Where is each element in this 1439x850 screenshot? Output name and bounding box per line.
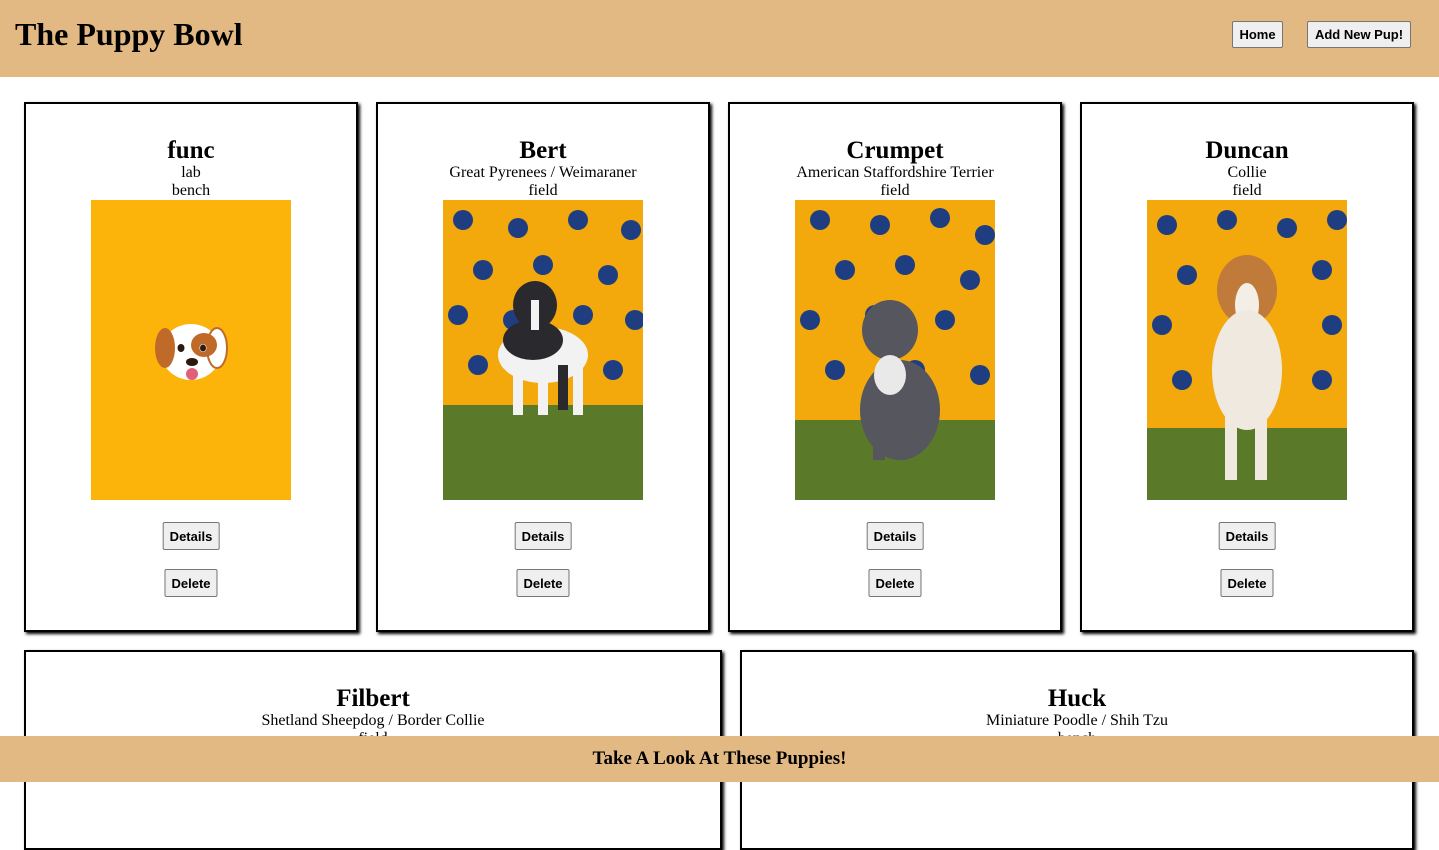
- puppy-name: Bert: [519, 137, 567, 164]
- puppy-name: Huck: [1047, 685, 1107, 712]
- puppy-photo: [1147, 200, 1347, 500]
- home-button[interactable]: Home: [1232, 21, 1283, 48]
- puppy-breed: Shetland Sheepdog / Border Collie: [261, 712, 485, 729]
- puppy-breed: Miniature Poodle / Shih Tzu: [986, 712, 1168, 729]
- details-button[interactable]: Details: [866, 522, 924, 550]
- puppy-breed: Collie: [1227, 164, 1267, 181]
- puppy-status: field: [880, 182, 910, 199]
- delete-button[interactable]: Delete: [1220, 569, 1274, 597]
- dog-face-icon: [91, 200, 291, 500]
- puppy-photo: [443, 200, 643, 500]
- puppy-breed: lab: [181, 164, 201, 181]
- puppy-name: Filbert: [336, 685, 410, 712]
- puppy-card-bert: Bert Great Pyrenees / Weimaraner field D…: [376, 102, 710, 632]
- puppy-status: field: [1232, 182, 1262, 199]
- footer-text: Take A Look At These Puppies!: [592, 748, 847, 769]
- puppy-breed: Great Pyrenees / Weimaraner: [449, 164, 637, 181]
- puppy-name: func: [167, 137, 215, 164]
- puppy-name: Duncan: [1205, 137, 1289, 164]
- puppy-card-crumpet: Crumpet American Staffordshire Terrier f…: [728, 102, 1062, 632]
- puppy-photo: [91, 200, 291, 500]
- puppy-name: Crumpet: [846, 137, 944, 164]
- puppy-status: field: [528, 182, 558, 199]
- puppy-card-duncan: Duncan Collie field Details Delete: [1080, 102, 1414, 632]
- delete-button[interactable]: Delete: [516, 569, 570, 597]
- footer-bar: Take A Look At These Puppies!: [0, 736, 1439, 782]
- details-button[interactable]: Details: [514, 522, 572, 550]
- details-button[interactable]: Details: [162, 522, 220, 550]
- puppy-card-func: func lab bench Details Delete: [24, 102, 358, 632]
- puppy-status: bench: [171, 182, 211, 199]
- puppy-photo: [795, 200, 995, 500]
- add-new-pup-button[interactable]: Add New Pup!: [1307, 21, 1411, 48]
- delete-button[interactable]: Delete: [164, 569, 218, 597]
- page-title: The Puppy Bowl: [15, 16, 243, 52]
- puppy-breed: American Staffordshire Terrier: [796, 164, 994, 181]
- header-bar: The Puppy Bowl Home Add New Pup!: [0, 0, 1439, 77]
- delete-button[interactable]: Delete: [868, 569, 922, 597]
- details-button[interactable]: Details: [1218, 522, 1276, 550]
